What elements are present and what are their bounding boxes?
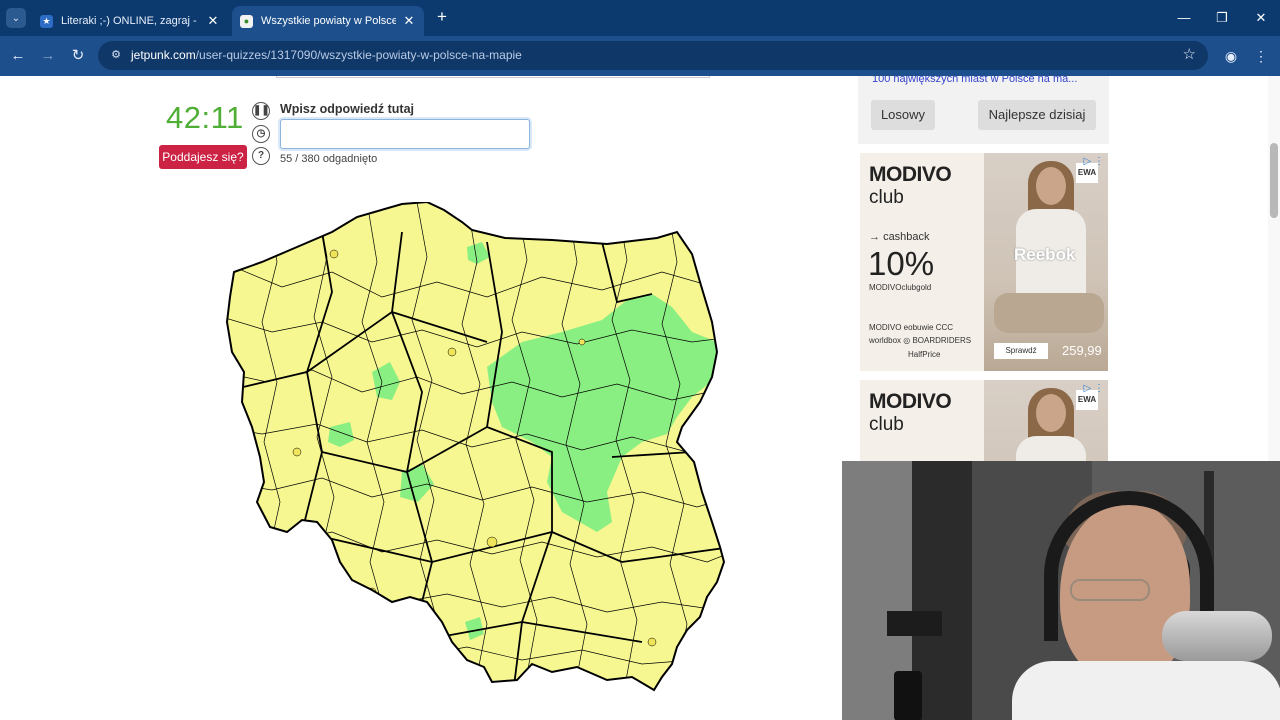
top-box-edge: [276, 76, 710, 78]
ad-clubgold: MODIVOclubgold: [869, 283, 932, 292]
bookmark-star-icon[interactable]: ☆: [1183, 45, 1196, 63]
minimize-icon[interactable]: —: [1171, 8, 1197, 28]
ad-cashback-text: cashback: [883, 231, 930, 243]
scrollbar-track[interactable]: [1268, 76, 1280, 461]
star-icon: ★: [40, 14, 53, 28]
quiz-timer: 42:11: [166, 100, 244, 135]
ad-brand: MODIVO: [869, 163, 952, 186]
ad-brand: MODIVO: [869, 390, 952, 413]
advertisement-2[interactable]: MODIVO club EWA ▷ ⋮: [860, 380, 1108, 461]
poland-map[interactable]: [222, 202, 732, 702]
close-tab-icon[interactable]: ✕: [402, 13, 416, 29]
jetpunk-icon: ●: [240, 14, 253, 28]
ad-percent: 10%: [868, 245, 935, 282]
browser-toolbar: ← → ↻ ⚙ jetpunk.com/user-quizzes/1317090…: [0, 36, 1280, 76]
ad-cta-button[interactable]: Sprawdź: [994, 343, 1048, 359]
profile-icon[interactable]: ◉: [1220, 45, 1242, 67]
give-up-button[interactable]: Poddajesz się?: [159, 145, 247, 169]
scrollbar-thumb[interactable]: [1270, 143, 1278, 218]
url-host: jetpunk.com: [131, 48, 196, 62]
tab-strip: ⌄ ★ Literaki ;-) ONLINE, zagraj - Kur ✕ …: [0, 0, 1280, 36]
url-path: /user-quizzes/1317090/wszystkie-powiaty-…: [195, 48, 522, 62]
tab-title: Wszystkie powiaty w Polsce na m: [261, 15, 396, 27]
best-today-button[interactable]: Najlepsze dzisiaj: [978, 100, 1096, 130]
ad-figure-body: [1016, 436, 1086, 461]
ad-figure-head: [1036, 394, 1066, 432]
ad-figure-legs: [994, 293, 1104, 333]
ad-price: 259,99: [1062, 343, 1102, 358]
tab-search-button[interactable]: ⌄: [6, 8, 26, 28]
restore-icon[interactable]: ❐: [1209, 8, 1235, 28]
ad-logos-row1: MODIVO eobuwie CCC: [869, 323, 954, 332]
answer-prompt: Wpisz odpowiedź tutaj: [280, 102, 415, 116]
reload-icon[interactable]: ↻: [67, 45, 89, 67]
tab-jetpunk[interactable]: ● Wszystkie powiaty w Polsce na m ✕: [232, 6, 424, 36]
ad-brand-sub: club: [869, 187, 904, 208]
cam-bottle: [894, 671, 922, 720]
ad-photo: EWA ▷ ⋮: [984, 380, 1108, 461]
address-bar[interactable]: ⚙ jetpunk.com/user-quizzes/1317090/wszys…: [98, 41, 1208, 70]
ad-figure-head: [1036, 167, 1066, 205]
cam-shirt: [1012, 661, 1280, 720]
ad-photo: Reebok EWA ▷ ⋮ Sprawdź 259,99: [984, 153, 1108, 371]
site-info-icon[interactable]: ⚙: [108, 47, 124, 63]
close-window-icon[interactable]: ✕: [1248, 8, 1274, 28]
ad-photo-brand: Reebok: [1014, 245, 1076, 264]
new-tab-button[interactable]: +: [432, 7, 452, 27]
cam-shelf: [887, 611, 942, 636]
advertisement[interactable]: MODIVO club → cashback 10% MODIVOclubgol…: [860, 153, 1108, 371]
close-tab-icon[interactable]: ✕: [206, 13, 220, 29]
cam-microphone: [1162, 611, 1272, 661]
answer-input[interactable]: [280, 119, 530, 149]
adchoices-icon[interactable]: ▷ ⋮: [1084, 383, 1104, 394]
tab-title: Literaki ;-) ONLINE, zagraj - Kur: [61, 15, 200, 27]
ad-logos-row3: HalfPrice: [908, 350, 941, 359]
progress-text: 55 / 380 odgadnięto: [280, 153, 378, 165]
random-button[interactable]: Losowy: [871, 100, 935, 130]
url-text[interactable]: jetpunk.com/user-quizzes/1317090/wszystk…: [131, 48, 522, 62]
forward-icon[interactable]: →: [37, 45, 59, 67]
back-icon[interactable]: ←: [7, 45, 29, 67]
adchoices-icon[interactable]: ▷ ⋮: [1084, 156, 1104, 167]
related-quiz-link[interactable]: 100 największych miast w Polsce na ma...: [872, 76, 1097, 85]
ad-brand-sub: club: [869, 414, 904, 435]
ad-logos-row2: worldbox ◎ BOARDRIDERS: [869, 336, 972, 345]
cam-glasses: [1070, 579, 1150, 601]
clock-icon[interactable]: ◷: [252, 125, 270, 143]
help-icon[interactable]: ?: [252, 147, 270, 165]
webcam-overlay: [842, 461, 1280, 720]
ad-cashback-label: → cashback: [869, 231, 930, 243]
tab-literaki[interactable]: ★ Literaki ;-) ONLINE, zagraj - Kur ✕: [32, 6, 228, 36]
sidebar-panel: 100 największych miast w Polsce na ma...…: [858, 76, 1109, 144]
pause-icon[interactable]: ❚❚: [252, 102, 270, 120]
menu-kebab-icon[interactable]: ⋮: [1250, 45, 1272, 67]
